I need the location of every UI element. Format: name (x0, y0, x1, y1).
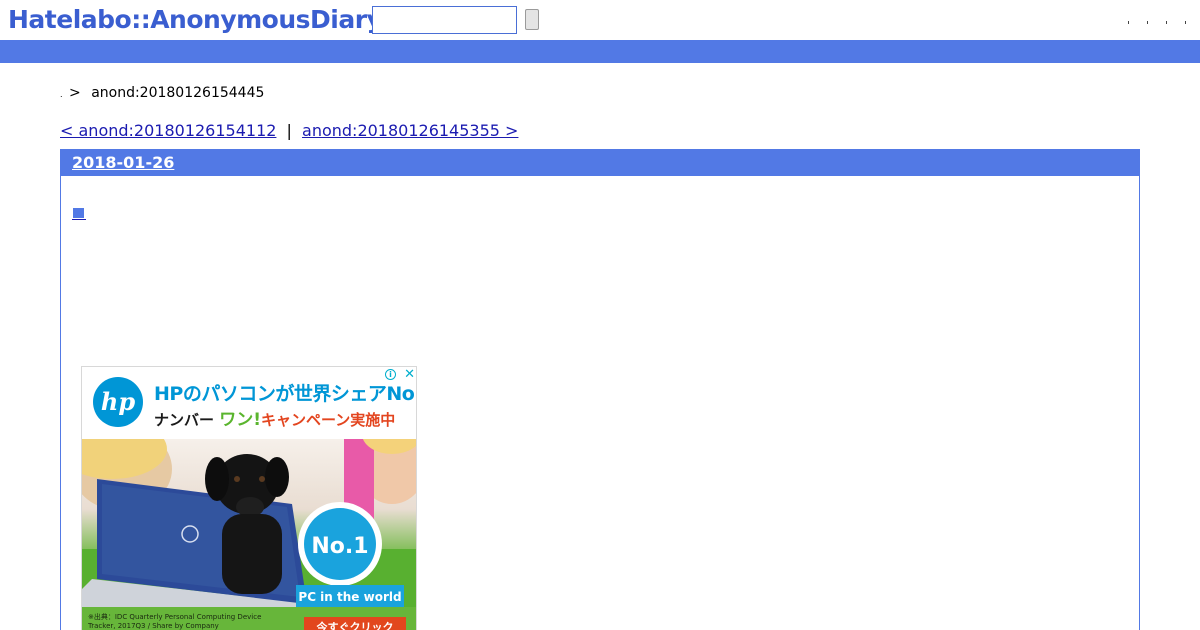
prev-entry-link[interactable]: < anond:20180126154112 (60, 121, 276, 140)
site-logo[interactable]: Hatelabo::AnonymousDiary (8, 5, 383, 34)
breadcrumb-separator: > (69, 85, 81, 101)
ad-source-note: ※出典：IDC Quarterly Personal Computing Dev… (88, 613, 262, 630)
top-nav-link[interactable] (1166, 16, 1169, 19)
top-nav-link[interactable] (1147, 16, 1150, 19)
day-date-link[interactable]: 2018-01-26 (72, 153, 174, 172)
top-nav-link[interactable] (1128, 16, 1131, 19)
badge-no1-text: No.1 (311, 534, 368, 559)
square-icon (73, 208, 84, 218)
ad-footer: ※出典：IDC Quarterly Personal Computing Dev… (82, 607, 416, 630)
next-entry-link[interactable]: anond:20180126145355 > (302, 121, 518, 140)
search-button[interactable] (525, 9, 539, 30)
day-header: 2018-01-26 (61, 150, 1139, 176)
entry-pager: < anond:20180126154112 | anond:201801261… (60, 121, 518, 140)
advertisement[interactable]: hp HPのパソコンが世界シェアNo.1! ナンバー ワン!キャンペーン実施中 … (81, 366, 417, 630)
ad-header: hp HPのパソコンが世界シェアNo.1! ナンバー ワン!キャンペーン実施中 … (82, 367, 417, 439)
search-input[interactable] (372, 6, 517, 34)
ad-image: No.1 PC in the world (82, 439, 416, 614)
breadcrumb: . > anond:20180126154445 (60, 85, 264, 101)
ad-close-icon[interactable]: ✕ (404, 367, 415, 382)
breadcrumb-current: anond:20180126154445 (91, 85, 265, 101)
header-band (0, 40, 1200, 63)
ad-cta-button[interactable]: 今すぐクリック (304, 617, 406, 630)
entry-permalink-square[interactable] (72, 206, 86, 220)
ad-subheadline: ナンバー ワン!キャンペーン実施中 (154, 410, 396, 430)
ad-info-icon[interactable]: i (385, 369, 396, 380)
breadcrumb-root-link[interactable]: . (60, 90, 63, 99)
badge-caption-text: PC in the world (298, 590, 401, 604)
ad-headline: HPのパソコンが世界シェアNo.1! (154, 383, 417, 405)
top-nav-links (1128, 16, 1188, 19)
site-header: Hatelabo::AnonymousDiary (0, 0, 1200, 40)
pager-separator: | (286, 121, 292, 140)
hp-logo: hp (93, 377, 143, 427)
top-nav-link[interactable] (1185, 16, 1188, 19)
ad-illustration: No.1 PC in the world (82, 439, 416, 614)
